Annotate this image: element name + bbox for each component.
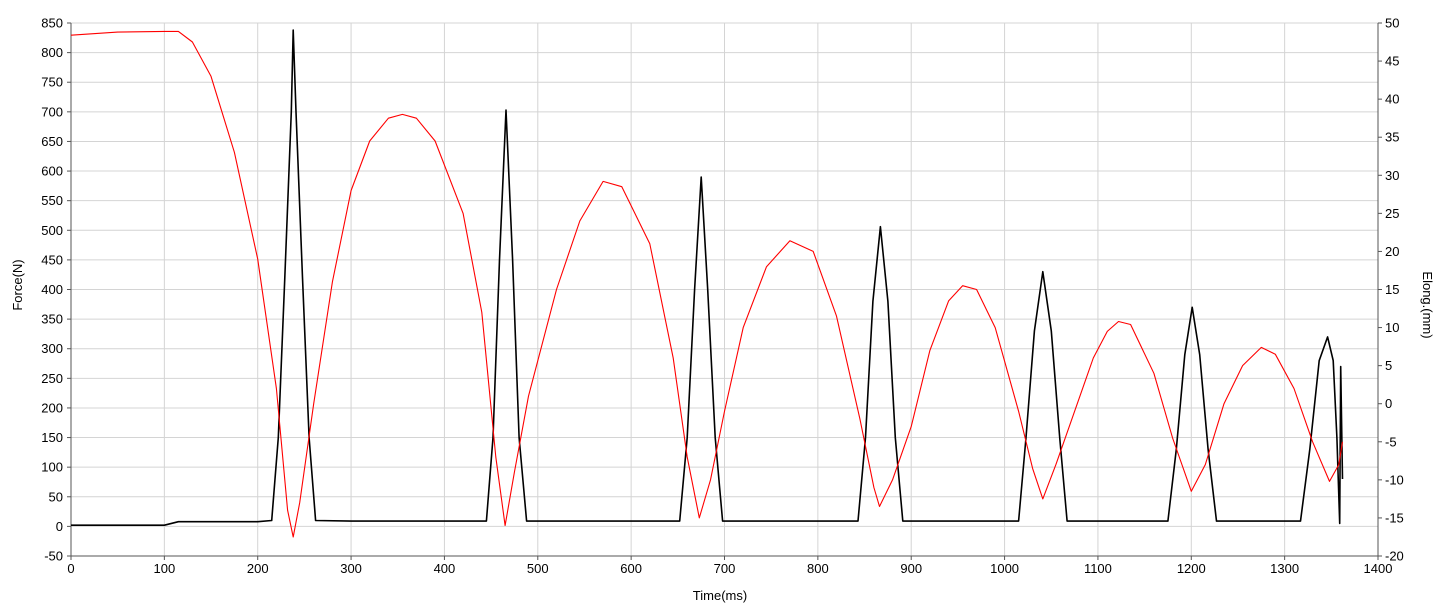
x-tick-label: 100: [154, 561, 176, 576]
y-right-tick-label: -20: [1385, 549, 1404, 564]
y-left-tick-label: 50: [49, 489, 63, 504]
y-right-tick-label: -10: [1385, 472, 1404, 487]
x-tick-label: 700: [714, 561, 736, 576]
x-tick-label: 800: [807, 561, 829, 576]
x-tick-label: 0: [67, 561, 74, 576]
y-left-tick-label: 750: [41, 75, 63, 90]
y-left-tick-label: 100: [41, 460, 63, 475]
y-right-tick-label: 40: [1385, 92, 1399, 107]
x-tick-label: 1300: [1270, 561, 1299, 576]
y-right-tick-label: 15: [1385, 282, 1399, 297]
y-right-tick-label: 25: [1385, 206, 1399, 221]
y-left-tick-label: 500: [41, 223, 63, 238]
chart-svg: 0 100 200 300 400 500 600 700 800 900 1000 1100 1200…: [10, 16, 1435, 604]
chart: 0 100 200 300 400 500 600 700 800 900 1000 1100 1200…: [0, 0, 1445, 608]
grid: [70, 22, 1379, 557]
axes: 0 100 200 300 400 500 600 700 800 900 1000 1100 1200…: [41, 16, 1404, 577]
x-tick-label: 1200: [1177, 561, 1206, 576]
y-left-tick-label: 800: [41, 45, 63, 60]
y-axis-right-label: Elong.(mm): [1420, 271, 1435, 338]
x-tick-label: 400: [434, 561, 456, 576]
y-left-tick-label: 150: [41, 430, 63, 445]
x-tick-label: 300: [340, 561, 362, 576]
y-right-tick-label: -5: [1385, 434, 1397, 449]
y-right-tick-label: 50: [1385, 16, 1399, 31]
y-right-tick-label: 45: [1385, 54, 1399, 69]
force-series-line: [71, 29, 1344, 527]
x-tick-label: 1100: [1084, 561, 1112, 576]
y-left-tick-label: 350: [41, 312, 63, 327]
y-right-tick-label: -15: [1385, 510, 1404, 525]
y-right-tick-label: 30: [1385, 168, 1399, 183]
y-left-tick-label: 650: [41, 134, 63, 149]
x-tick-label: 1000: [990, 561, 1019, 576]
y-left-tick-label: 200: [41, 400, 63, 415]
y-left-tick-label: 550: [41, 193, 63, 208]
y-left-tick-label: 850: [41, 16, 63, 31]
y-axis-left-label: Force(N): [10, 259, 25, 310]
y-right-tick-label: 10: [1385, 320, 1399, 335]
y-left-tick-label: 600: [41, 164, 63, 179]
y-right-tick-label: 20: [1385, 244, 1399, 259]
y-right-tick-label: 0: [1385, 396, 1392, 411]
x-tick-label: 900: [900, 561, 922, 576]
y-left-tick-label: 700: [41, 104, 63, 119]
x-tick-label: 200: [247, 561, 269, 576]
y-left-tick-label: 0: [56, 519, 63, 534]
y-left-tick-label: 300: [41, 341, 63, 356]
y-left-tick-label: -50: [44, 549, 63, 564]
x-axis-label: Time(ms): [693, 588, 747, 603]
y-right-tick-label: 35: [1385, 130, 1399, 145]
y-left-tick-label: 450: [41, 252, 63, 267]
x-tick-label: 600: [620, 561, 642, 576]
x-tick-label: 500: [527, 561, 549, 576]
y-left-tick-label: 250: [41, 371, 63, 386]
y-right-tick-label: 5: [1385, 358, 1392, 373]
series-layer: [70, 29, 1344, 538]
labels: Time(ms) Force(N) Elong.(mm): [10, 259, 1435, 603]
y-left-tick-label: 400: [41, 282, 63, 297]
